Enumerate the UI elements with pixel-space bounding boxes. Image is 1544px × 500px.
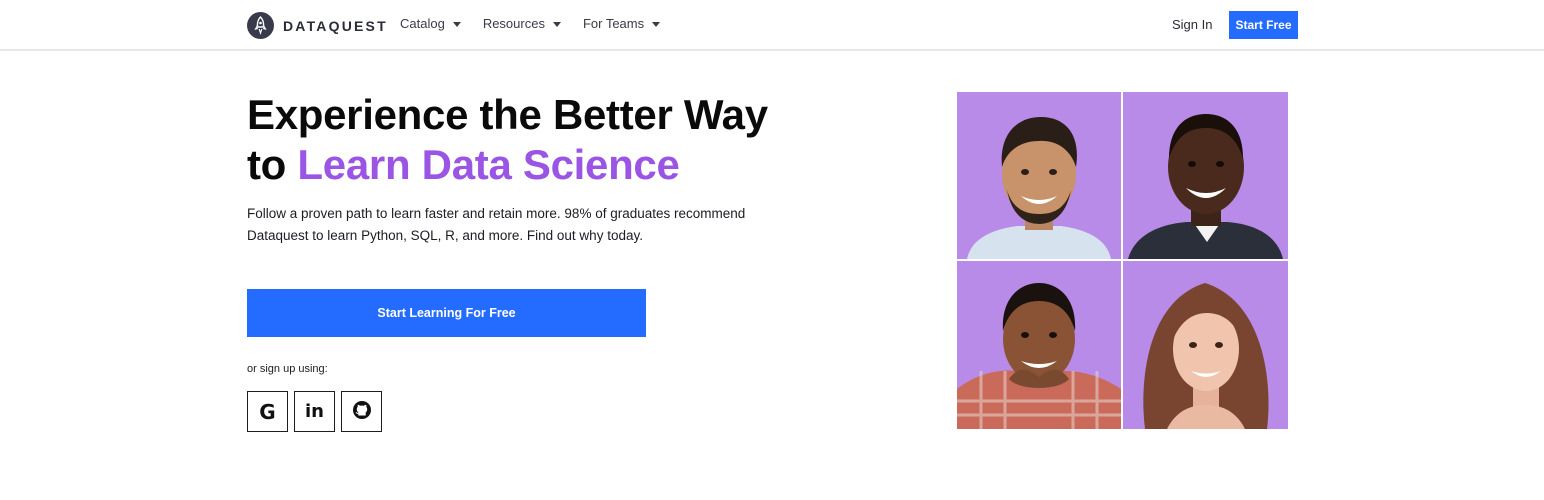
github-signup-button[interactable] — [341, 391, 382, 432]
caret-down-icon — [452, 21, 461, 27]
nav-catalog[interactable]: Catalog — [400, 16, 461, 31]
portrait-image — [957, 261, 1121, 429]
nav-for-teams[interactable]: For Teams — [582, 16, 661, 31]
google-icon: G — [259, 399, 276, 424]
brand-name: DATAQUEST — [283, 17, 388, 34]
linkedin-signup-button[interactable]: in — [294, 391, 335, 432]
site-header: DATAQUEST Catalog Resources For Teams Si… — [0, 0, 1544, 51]
testimonial-portrait-grid — [957, 92, 1288, 429]
headline-accent: Learn Data Science — [297, 141, 680, 188]
social-signup-group: G in — [247, 391, 382, 432]
nav-resources[interactable]: Resources — [483, 16, 561, 31]
headline-prefix: to — [247, 141, 298, 188]
start-learning-button[interactable]: Start Learning For Free — [247, 289, 646, 337]
start-free-button[interactable]: Start Free — [1229, 11, 1298, 39]
main-nav: Catalog Resources For Teams — [400, 16, 661, 31]
headline-line-1: Experience the Better Way — [247, 91, 768, 138]
portrait-image — [957, 92, 1121, 259]
caret-down-icon — [552, 21, 561, 27]
linkedin-icon: in — [305, 401, 324, 422]
nav-for-teams-label: For Teams — [582, 16, 645, 31]
github-icon — [352, 400, 372, 423]
nav-catalog-label: Catalog — [400, 16, 445, 31]
hero-subtext: Follow a proven path to learn faster and… — [247, 206, 746, 243]
hero-headline: Experience the Better Way to Learn Data … — [247, 90, 768, 190]
portrait-image — [1123, 261, 1288, 429]
signup-label: or sign up using: — [247, 363, 328, 375]
nav-resources-label: Resources — [482, 16, 545, 31]
portrait-image — [1123, 92, 1288, 259]
dataquest-logo[interactable]: DATAQUEST — [247, 12, 388, 39]
rocket-icon — [247, 12, 274, 39]
sign-in-link[interactable]: Sign In — [1172, 17, 1212, 32]
google-signup-button[interactable]: G — [247, 391, 288, 432]
caret-down-icon — [652, 21, 661, 27]
